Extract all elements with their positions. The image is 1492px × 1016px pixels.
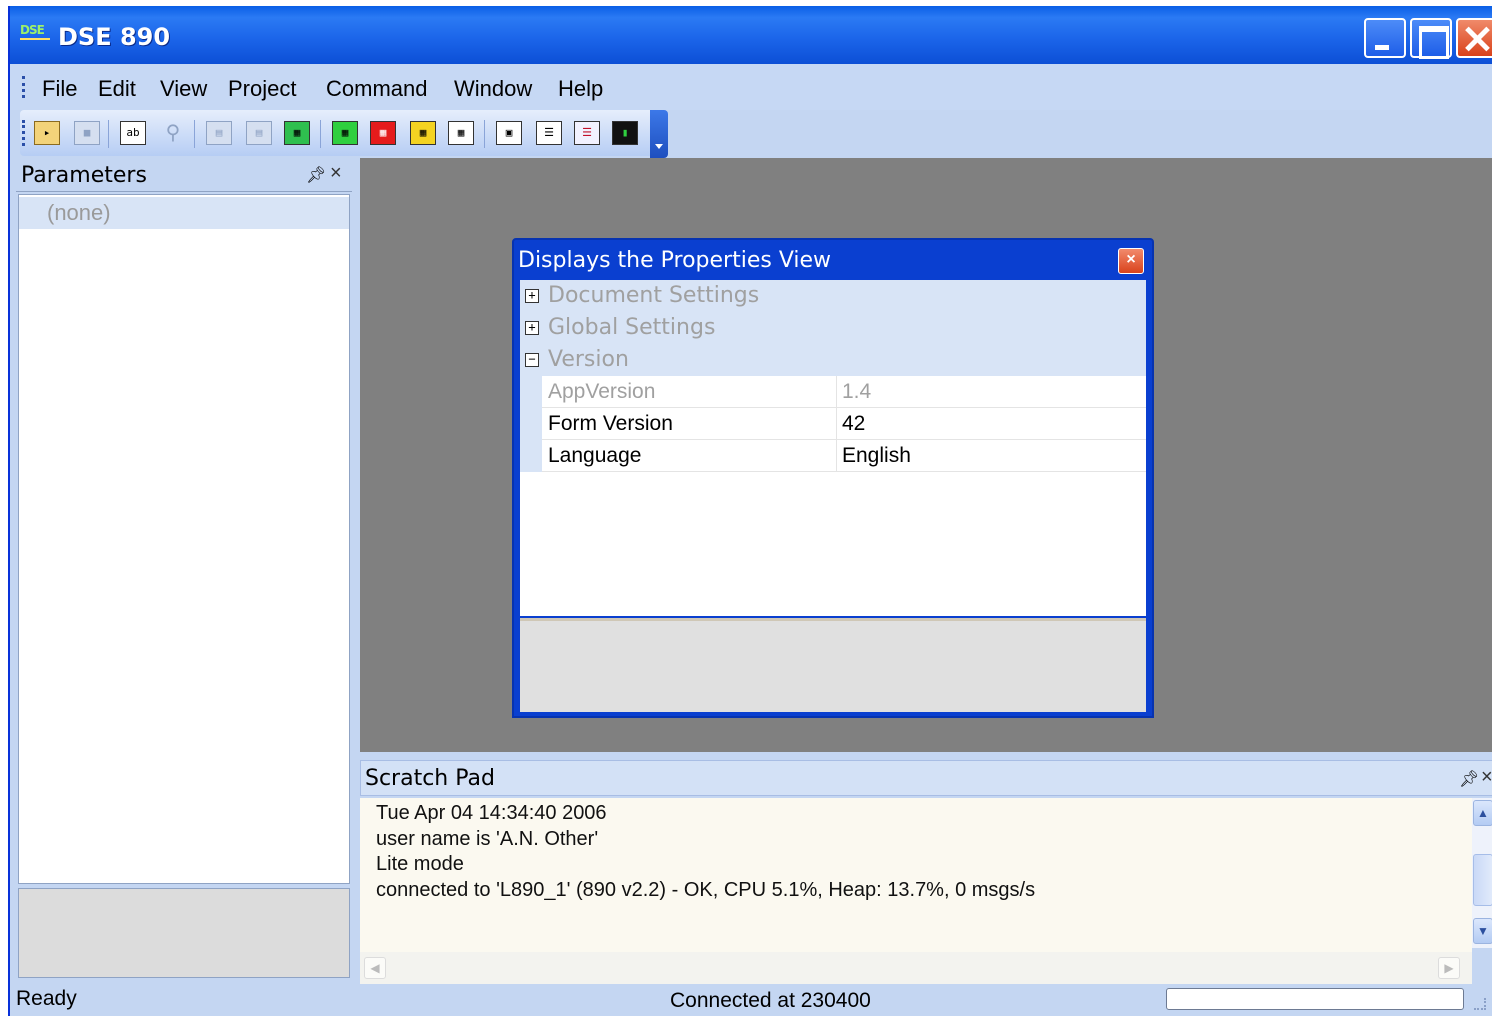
report-icon[interactable]: ☰ [574, 121, 600, 145]
open-folder-icon[interactable]: ▸ [34, 121, 60, 145]
scroll-down-icon[interactable]: ▼ [1473, 918, 1492, 944]
save-icon[interactable]: ■ [74, 121, 100, 145]
category-label: Version [548, 347, 629, 372]
form-icon-2[interactable]: ▤ [246, 121, 272, 145]
status-text: Ready [16, 987, 77, 1010]
property-value[interactable]: 42 [842, 412, 865, 436]
property-name: Form Version [548, 412, 673, 435]
progress-bar [1166, 988, 1464, 1010]
dialog-close-button[interactable]: × [1118, 248, 1144, 274]
property-grid: + Document Settings + Global Settings − … [520, 280, 1146, 616]
title-bar[interactable]: DSE DSE 890 [10, 6, 1492, 64]
row-gutter [520, 440, 542, 472]
menu-command[interactable]: Command [326, 76, 427, 102]
scratch-pad-log[interactable]: Tue Apr 04 14:34:40 2006 user name is 'A… [360, 798, 1472, 952]
toolbar: ▸ ■ ab ⚲ ▤ ▤ ▦ ▦ ▦ ▦ ▦ ▣ ☰ ☰ ▮ [20, 110, 660, 156]
resize-grip-icon[interactable] [1474, 998, 1486, 1010]
property-row[interactable]: Form Version 42 [520, 408, 1146, 440]
scroll-left-icon[interactable]: ◀ [364, 957, 386, 979]
category-row[interactable]: − Version [520, 344, 1146, 376]
category-row[interactable]: + Global Settings [520, 312, 1146, 344]
category-label: Global Settings [548, 315, 716, 340]
category-label: Document Settings [548, 283, 760, 308]
list-icon[interactable]: ☰ [536, 121, 562, 145]
parameters-title: Parameters [21, 163, 147, 188]
scroll-up-icon[interactable]: ▲ [1473, 800, 1492, 826]
list-item[interactable]: (none) [19, 197, 349, 229]
toolbar-separator [484, 120, 485, 148]
column-divider[interactable] [836, 440, 837, 472]
property-description-pane [520, 618, 1146, 712]
collapse-icon[interactable]: − [525, 353, 539, 367]
menu-window[interactable]: Window [454, 76, 532, 102]
column-divider[interactable] [836, 376, 837, 408]
property-value: 1.4 [842, 380, 872, 403]
log-line: connected to 'L890_1' (890 v2.2) - OK, C… [376, 879, 1036, 901]
log-line: user name is 'A.N. Other' [376, 828, 599, 850]
column-divider[interactable] [836, 408, 837, 440]
property-name: Language [548, 444, 642, 467]
toolbar-separator [194, 120, 195, 148]
form-icon[interactable]: ▤ [206, 121, 232, 145]
menu-edit[interactable]: Edit [98, 76, 136, 102]
parameters-list[interactable]: (none) [18, 194, 350, 884]
layout-icon[interactable]: ▣ [496, 121, 522, 145]
pin-icon[interactable]: 📌︎ [1459, 769, 1479, 789]
status-bar: Ready Connected at 230400 [10, 984, 1492, 1016]
rename-icon[interactable]: ab [120, 121, 146, 145]
app-logo-icon: DSE [20, 24, 50, 48]
menu-bar: File Edit View Project Command Window He… [10, 64, 1492, 110]
horizontal-scrollbar[interactable]: ◀ ▶ [360, 952, 1472, 984]
form-green-icon[interactable]: ▦ [332, 121, 358, 145]
scroll-right-icon[interactable]: ▶ [1438, 957, 1460, 979]
menu-view[interactable]: View [160, 76, 207, 102]
expand-icon[interactable]: + [525, 289, 539, 303]
properties-dialog: Displays the Properties View × + Documen… [512, 238, 1154, 718]
expand-icon[interactable]: + [525, 321, 539, 335]
minimize-button[interactable] [1364, 18, 1406, 58]
log-line: Lite mode [376, 853, 464, 875]
pin-icon[interactable]: 📌︎ [306, 165, 326, 185]
log-line: Tue Apr 04 14:34:40 2006 [376, 802, 607, 824]
property-row[interactable]: Language English [520, 440, 1146, 472]
monitor-icon[interactable]: ▮ [612, 121, 638, 145]
form-yellow-icon[interactable]: ▦ [410, 121, 436, 145]
vertical-scrollbar[interactable]: ▲ ▼ [1472, 798, 1492, 948]
form-grid-icon[interactable]: ▦ [284, 121, 310, 145]
menu-help[interactable]: Help [558, 76, 603, 102]
menu-file[interactable]: File [42, 76, 77, 102]
form-table-icon[interactable]: ▦ [448, 121, 474, 145]
property-value[interactable]: English [842, 444, 911, 468]
property-name: AppVersion [548, 380, 656, 403]
maximize-button[interactable] [1410, 18, 1452, 59]
find-icon[interactable]: ⚲ [160, 121, 186, 145]
toolbar-separator [320, 120, 321, 148]
close-button[interactable] [1456, 18, 1492, 58]
parameters-description [18, 888, 350, 978]
close-panel-icon[interactable]: × [1481, 766, 1492, 789]
parameters-empty-label: (none) [47, 200, 111, 225]
parameters-panel: Parameters 📌︎ × (none) [16, 158, 352, 980]
scratch-pad-title: Scratch Pad [365, 766, 495, 791]
dialog-title: Displays the Properties View [518, 248, 832, 273]
close-panel-icon[interactable]: × [330, 162, 342, 185]
connection-status: Connected at 230400 [670, 989, 871, 1012]
scratch-pad-panel: Scratch Pad 📌︎ × Tue Apr 04 14:34:40 200… [360, 760, 1492, 986]
app-window: DSE DSE 890 File Edit View Project Comma… [8, 6, 1492, 1016]
category-row[interactable]: + Document Settings [520, 280, 1146, 312]
row-gutter [520, 376, 542, 408]
row-gutter [520, 408, 542, 440]
scratch-pad-header: Scratch Pad 📌︎ × [360, 760, 1492, 796]
toolbar-separator [108, 120, 109, 148]
toolbar-overflow-button[interactable] [650, 110, 668, 158]
parameters-header: Parameters 📌︎ × [16, 158, 352, 192]
scroll-thumb[interactable] [1473, 854, 1492, 906]
menu-project[interactable]: Project [228, 76, 296, 102]
menu-grip-icon[interactable] [22, 76, 25, 98]
form-red-icon[interactable]: ▦ [370, 121, 396, 145]
property-row[interactable]: AppVersion 1.4 [520, 376, 1146, 408]
toolbar-grip-icon[interactable] [22, 120, 25, 146]
window-title: DSE 890 [58, 23, 171, 51]
